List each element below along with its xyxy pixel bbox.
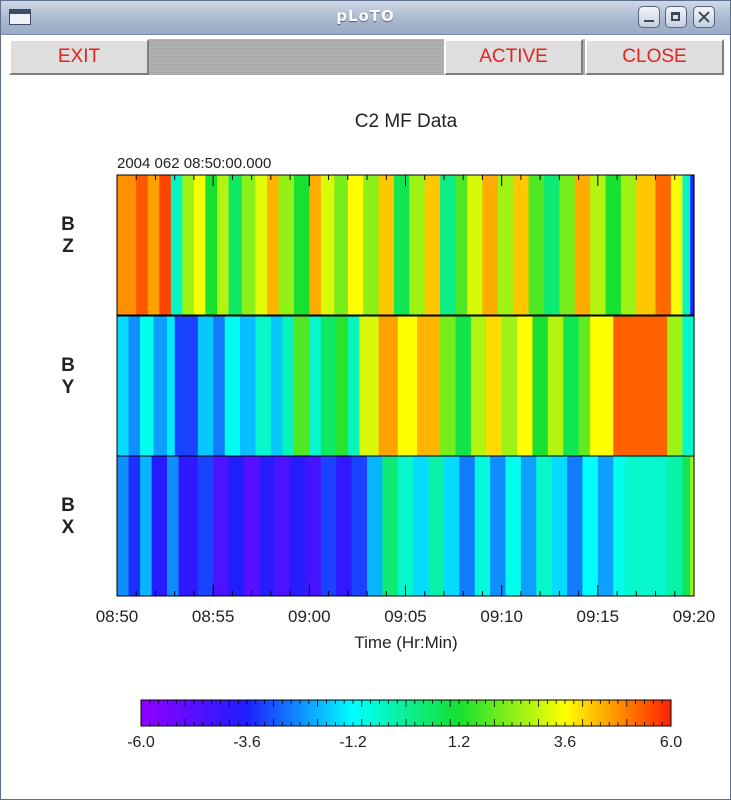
title-bar[interactable]: pLoTO (1, 1, 730, 35)
maximize-icon[interactable] (665, 6, 687, 28)
close-button[interactable]: CLOSE (585, 39, 724, 75)
minimize-icon[interactable] (638, 6, 660, 28)
active-button[interactable]: ACTIVE (444, 39, 583, 75)
toolbar: EXIT ACTIVE CLOSE (9, 39, 724, 75)
window-title: pLoTO (336, 7, 395, 25)
exit-button[interactable]: EXIT (9, 39, 149, 75)
close-window-icon[interactable] (693, 6, 715, 28)
plot-window: pLoTO EXIT ACTIVE CLOSE (0, 0, 731, 800)
